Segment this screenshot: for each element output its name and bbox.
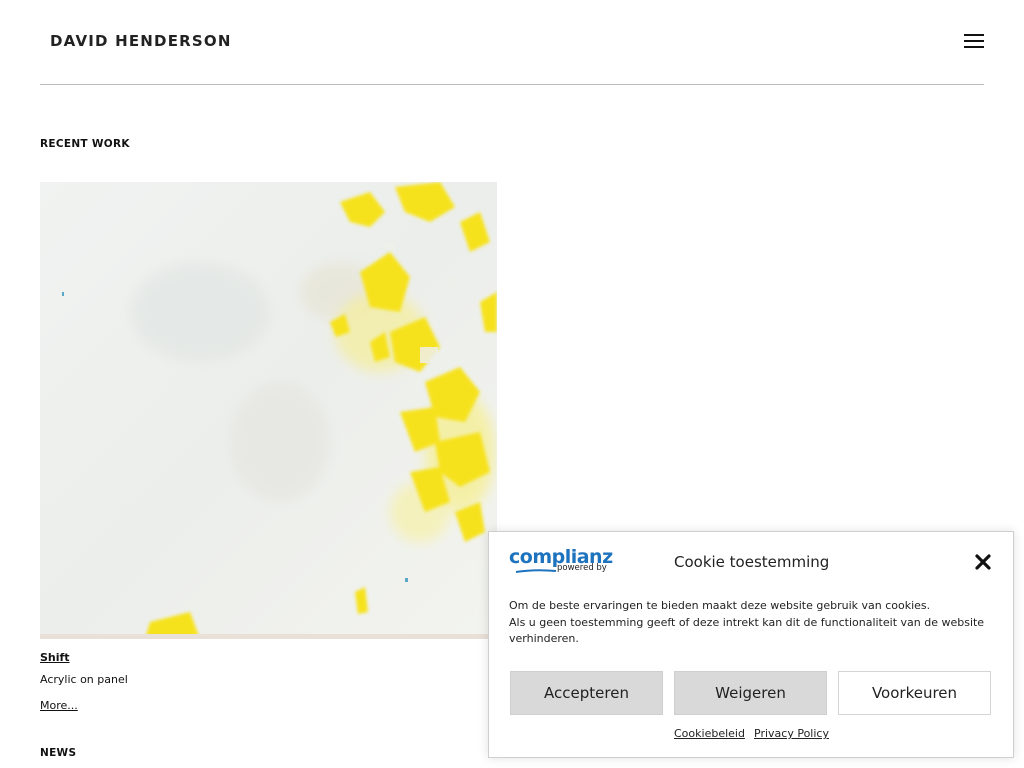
complianz-powered-by: powered by xyxy=(557,563,607,573)
cookie-message: Om de beste ervaringen te bieden maakt d… xyxy=(509,598,997,648)
work-medium: Acrylic on panel xyxy=(40,673,128,686)
news-heading: NEWS xyxy=(40,747,77,759)
more-link[interactable]: More... xyxy=(40,699,78,712)
cookie-message-line-2: Als u geen toestemming geeft of deze int… xyxy=(509,615,985,646)
work-title-link[interactable]: Shift xyxy=(40,651,70,664)
close-icon[interactable] xyxy=(973,552,993,572)
deny-button[interactable]: Weigeren xyxy=(674,671,827,715)
hamburger-menu-icon[interactable] xyxy=(962,31,986,51)
cookie-banner-title: Cookie toestemming xyxy=(674,553,830,571)
artwork-image-shift[interactable] xyxy=(40,182,497,639)
site-title[interactable]: DAVID HENDERSON xyxy=(50,32,232,50)
privacy-policy-link[interactable]: Privacy Policy xyxy=(754,727,829,740)
recent-work-heading: RECENT WORK xyxy=(40,138,130,150)
logo-swoosh-icon xyxy=(515,569,557,573)
cookie-message-line-1: Om de beste ervaringen te bieden maakt d… xyxy=(509,599,931,612)
header-divider xyxy=(40,84,984,85)
cookie-policy-link[interactable]: Cookiebeleid xyxy=(674,727,745,740)
complianz-logo: complianz powered by xyxy=(509,546,613,574)
accept-button[interactable]: Accepteren xyxy=(510,671,663,715)
cookie-consent-banner: complianz powered by Cookie toestemming … xyxy=(488,531,1014,758)
preferences-button[interactable]: Voorkeuren xyxy=(838,671,991,715)
